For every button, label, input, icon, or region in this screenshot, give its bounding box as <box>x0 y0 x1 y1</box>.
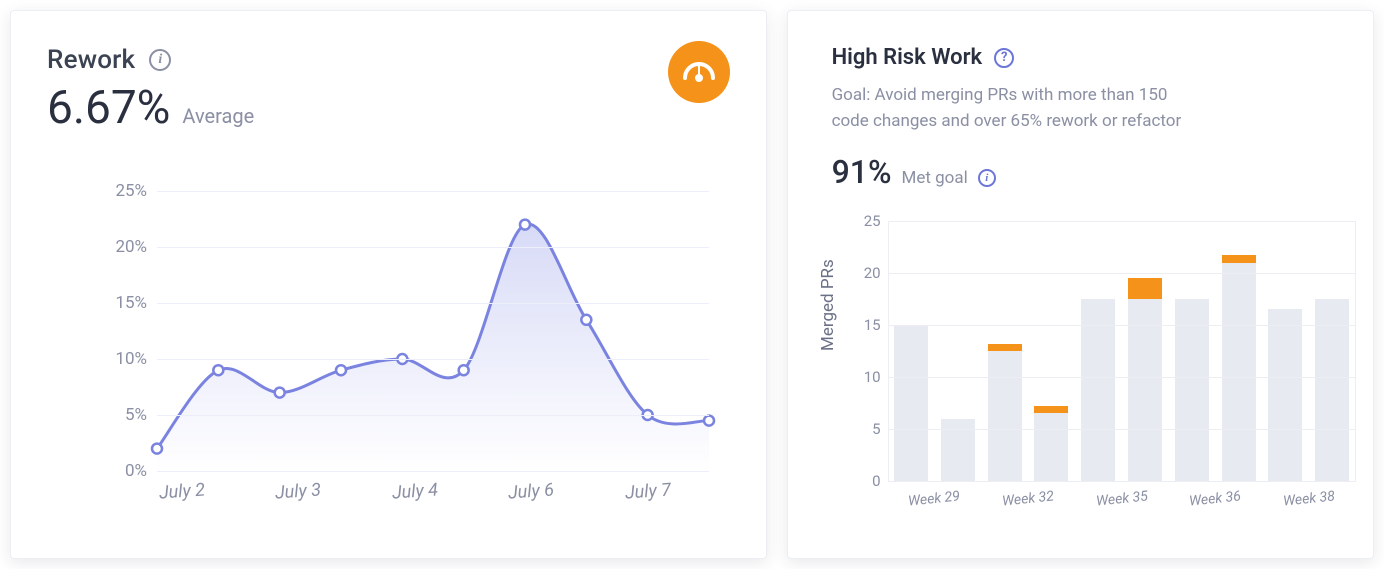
goal-text: Goal: Avoid merging PRs with more than 1… <box>832 82 1272 135</box>
bar <box>1268 309 1302 481</box>
rework-value: 6.67% <box>47 81 170 135</box>
help-icon[interactable]: ? <box>994 48 1014 68</box>
rework-value-row: 6.67% Average <box>47 81 730 135</box>
info-icon[interactable]: i <box>978 169 996 187</box>
rework-title: Rework <box>47 45 135 75</box>
x-tick: July 6 <box>486 478 577 505</box>
y-tick: 20% <box>99 237 147 257</box>
y-tick: 25 <box>851 212 881 230</box>
x-tick: Week 35 <box>1081 487 1162 511</box>
bar <box>894 325 928 481</box>
bar-high-risk <box>1222 255 1256 262</box>
rework-title-row: Rework i <box>47 45 730 75</box>
rework-card: Rework i 6.67% Average 0% 5% 10% 15% 20% 25% J… <box>10 10 767 559</box>
bar <box>941 419 975 481</box>
bar <box>1175 299 1209 481</box>
high-risk-value-row: 91% Met goal i <box>832 153 1341 191</box>
y-tick: 15 <box>851 316 881 334</box>
bar-high-risk <box>1128 278 1162 299</box>
high-risk-bar-chart: Merged PRs 0510152025Week 29Week 32Week … <box>836 221 1356 541</box>
bar-high-risk <box>988 344 1022 351</box>
high-risk-card: High Risk Work ? Goal: Avoid merging PRs… <box>787 10 1374 559</box>
bar <box>1128 299 1162 481</box>
rework-value-label: Average <box>182 104 254 128</box>
y-tick: 10 <box>851 368 881 386</box>
x-tick: Week 38 <box>1268 487 1349 511</box>
x-tick: Week 29 <box>894 487 975 511</box>
gauge-icon <box>668 41 730 103</box>
x-tick: July 4 <box>369 478 460 505</box>
y-tick: 10% <box>99 349 147 369</box>
high-risk-title: High Risk Work <box>832 45 983 70</box>
bar <box>1034 413 1068 481</box>
bar <box>1315 299 1349 481</box>
y-tick: 0 <box>851 472 881 490</box>
high-risk-value: 91% <box>832 153 892 191</box>
y-tick: 5 <box>851 420 881 438</box>
x-tick: Week 32 <box>987 487 1068 511</box>
y-axis-label: Merged PRs <box>818 259 838 351</box>
bar-high-risk <box>1034 406 1068 413</box>
x-tick: July 7 <box>602 478 693 505</box>
info-icon[interactable]: i <box>149 49 171 71</box>
y-tick: 0% <box>99 461 147 481</box>
high-risk-value-label: Met goal <box>902 168 968 188</box>
y-tick: 25% <box>99 181 147 201</box>
y-tick: 15% <box>99 293 147 313</box>
bar <box>1222 263 1256 481</box>
x-tick: Week 36 <box>1175 487 1256 511</box>
rework-line-chart: 0%5%10%15%20%25%July 2July 3July 4July 6… <box>99 191 709 511</box>
y-tick: 20 <box>851 264 881 282</box>
goal-line-2: code changes and over 65% rework or refa… <box>832 111 1182 131</box>
bar <box>1081 299 1115 481</box>
high-risk-title-row: High Risk Work ? <box>832 45 1341 70</box>
y-tick: 5% <box>99 405 147 425</box>
bar <box>988 351 1022 481</box>
goal-line-1: Goal: Avoid merging PRs with more than 1… <box>832 85 1168 105</box>
x-tick: July 2 <box>136 478 227 505</box>
x-tick: July 3 <box>252 478 343 505</box>
